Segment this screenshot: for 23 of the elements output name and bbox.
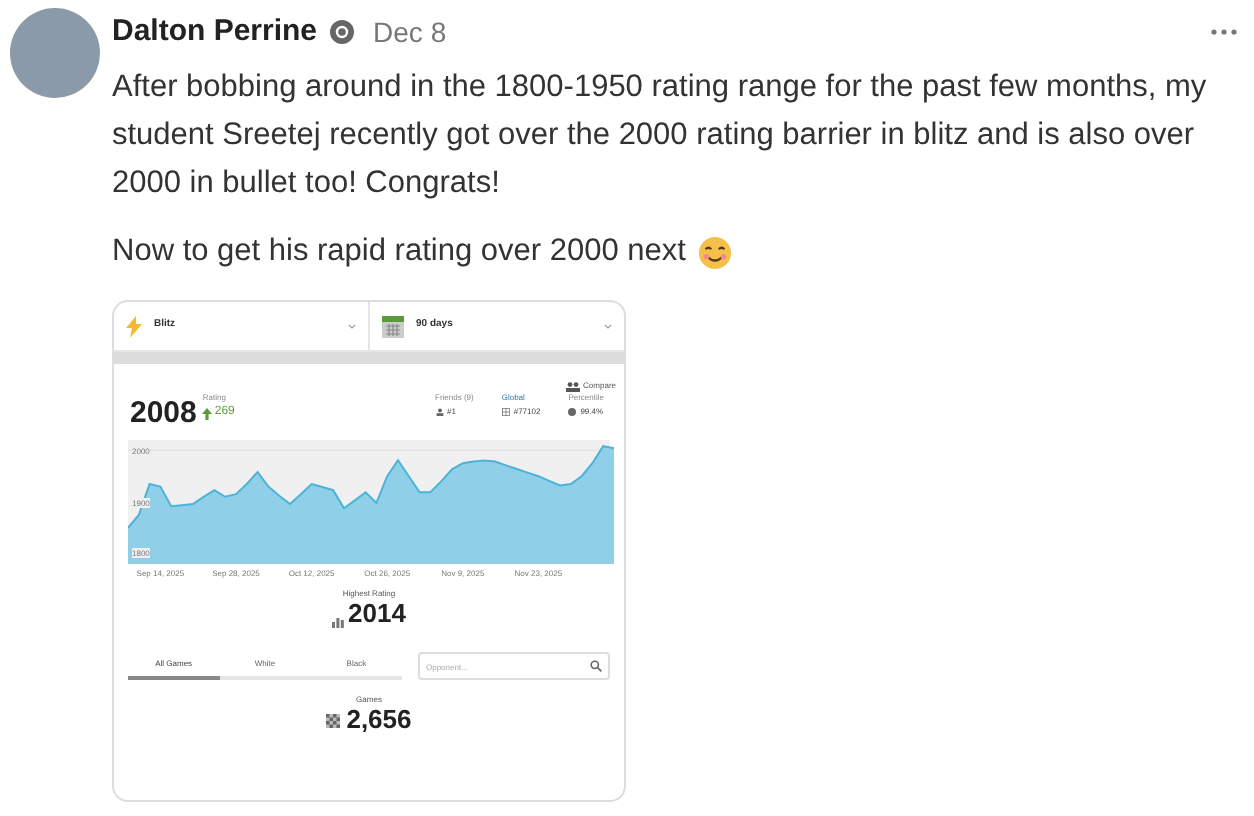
post-text: After bobbing around in the 1800-1950 rating range for the past few months, my student Sreetej recently got over the 2000 rating barrier in blitz and is also over 2000 in bullet too! Congrats! [112,68,1209,204]
badge-icon [329,20,354,44]
person-icon [435,408,443,416]
chevron-down-icon [604,323,612,329]
author-name[interactable]: Dalton Perrine [112,9,318,55]
games-count: 2,656 [346,706,412,734]
chessboard-icon [326,713,341,727]
chevron-down-icon [348,323,356,329]
bar-chart-icon [332,618,345,628]
calendar-icon [382,315,404,337]
smiling-face-icon [697,235,732,269]
people-icon [565,381,580,391]
post-date[interactable]: Dec 8 [373,11,447,53]
more-icon[interactable] [1210,28,1238,36]
up-arrow-icon [202,407,213,419]
lightning-icon [126,315,142,337]
grid-icon [501,408,510,416]
embedded-screenshot[interactable] [112,300,626,802]
post-text: Now to get his rapid rating over 2000 next [112,232,686,272]
search-icon [590,660,602,672]
highest-rating-value: 2014 [348,600,406,628]
rating-value: 2008 [130,396,197,432]
avatar[interactable] [10,8,100,98]
